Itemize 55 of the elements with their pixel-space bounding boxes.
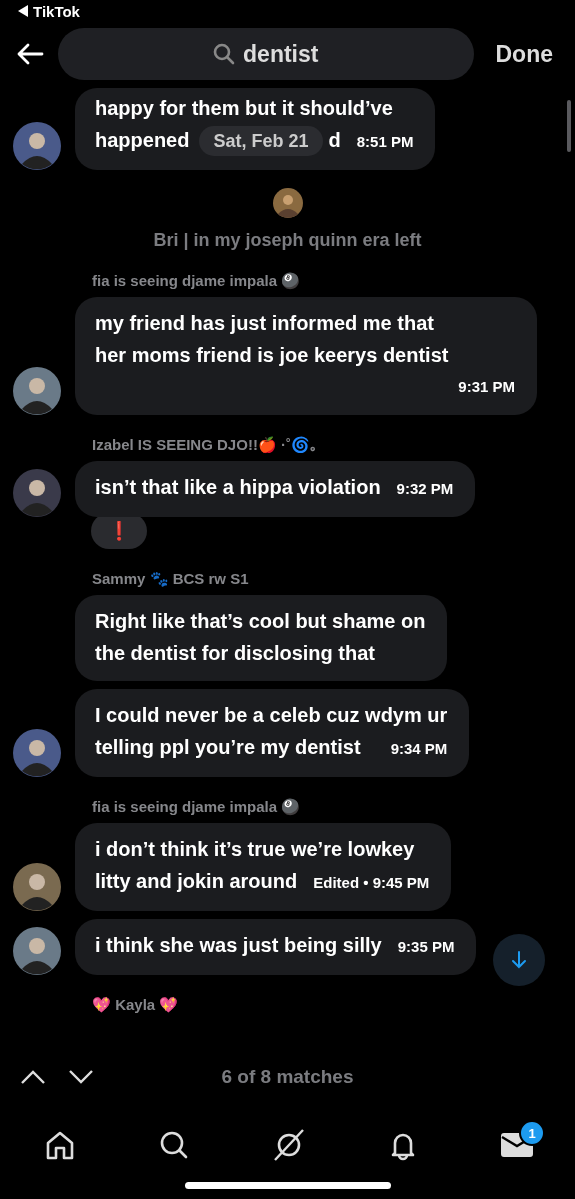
message-time: 9:31 PM: [457, 377, 515, 397]
message-bubble[interactable]: i don’t think it’s true we’re lowkey litty and jokin around Edited • 9:45 PM: [75, 823, 452, 911]
message-bubble[interactable]: i think she was just being silly 9:35 PM: [75, 919, 477, 975]
slashed-circle-icon: [271, 1128, 306, 1162]
message-text: happened: [95, 128, 190, 153]
unread-badge: 1: [519, 1120, 545, 1146]
message-bubble[interactable]: I could never be a celeb cuz wdym ur telling ppl you’re my dentist 9:34 PM: [75, 689, 470, 777]
message-text: Right like that’s cool but shame on: [95, 609, 426, 634]
chevron-up-icon: [20, 1069, 46, 1085]
message-bubble[interactable]: happy for them but it should’ve happened Sat, Feb 21 d 8:51 PM: [75, 88, 436, 170]
message-text: I could never be a celeb cuz wdym ur: [95, 703, 448, 728]
message-text: her moms friend is joe keerys dentist: [95, 343, 449, 368]
message-time: 9:32 PM: [395, 479, 454, 499]
sender-name: Izabel IS SEEING DJO!!🍎 ·˚🌀｡: [91, 435, 320, 455]
back-arrow-icon[interactable]: [16, 42, 44, 66]
sender-name: fia is seeing djame impala 🎱: [91, 797, 302, 817]
date-pill: Sat, Feb 21: [199, 126, 323, 156]
sender-name: Sammy 🐾 BCS rw S1: [91, 569, 250, 589]
message-text: i think she was just being silly: [95, 933, 382, 958]
back-triangle-icon: [18, 5, 28, 17]
sender-name: 💖 Kayla 💖: [91, 995, 180, 1015]
message-text: telling ppl you’re my dentist: [95, 735, 361, 760]
avatar: [272, 188, 303, 218]
chevron-down-icon: [68, 1069, 94, 1085]
message-text: my friend has just informed me that: [95, 311, 435, 336]
sender-name: fia is seeing djame impala 🎱: [91, 271, 302, 291]
message-text: litty and jokin around: [95, 869, 298, 894]
message-time: 9:34 PM: [389, 739, 448, 759]
message-text: happy for them but it should’ve: [95, 96, 394, 121]
message-text: the dentist for disclosing that: [95, 641, 375, 666]
avatar: [13, 367, 61, 415]
message-bubble[interactable]: Right like that’s cool but shame on the dentist for disclosing that: [75, 595, 448, 681]
message-time: 8:51 PM: [355, 132, 414, 152]
scroll-down-button[interactable]: [493, 934, 545, 986]
message-bubble[interactable]: isn’t that like a hippa violation 9:32 PM: [75, 461, 476, 517]
message-text: d: [328, 128, 341, 153]
search-field[interactable]: dentist: [58, 28, 474, 80]
home-icon: [44, 1129, 76, 1161]
avatar: [13, 863, 61, 911]
match-count: 6 of 8 matches: [221, 1066, 354, 1088]
down-arrow-icon: [511, 951, 527, 969]
system-message: Bri | in my joseph quinn era left: [153, 230, 422, 251]
done-button[interactable]: Done: [487, 36, 561, 72]
avatar: [13, 729, 61, 777]
message-time: 9:35 PM: [396, 937, 455, 957]
scrollbar[interactable]: [567, 100, 571, 152]
avatar: [13, 469, 61, 517]
avatar: [13, 122, 61, 170]
message-text: isn’t that like a hippa violation: [95, 475, 381, 500]
back-to-app-link[interactable]: TikTok: [18, 2, 80, 20]
message-text: i don’t think it’s true we’re lowkey: [95, 837, 416, 862]
message-bubble[interactable]: my friend has just informed me that her moms friend is joe keerys dentist 9:31 PM: [75, 297, 537, 415]
message-time: Edited • 9:45 PM: [312, 873, 430, 893]
search-icon: [213, 43, 236, 65]
avatar: [13, 927, 61, 975]
